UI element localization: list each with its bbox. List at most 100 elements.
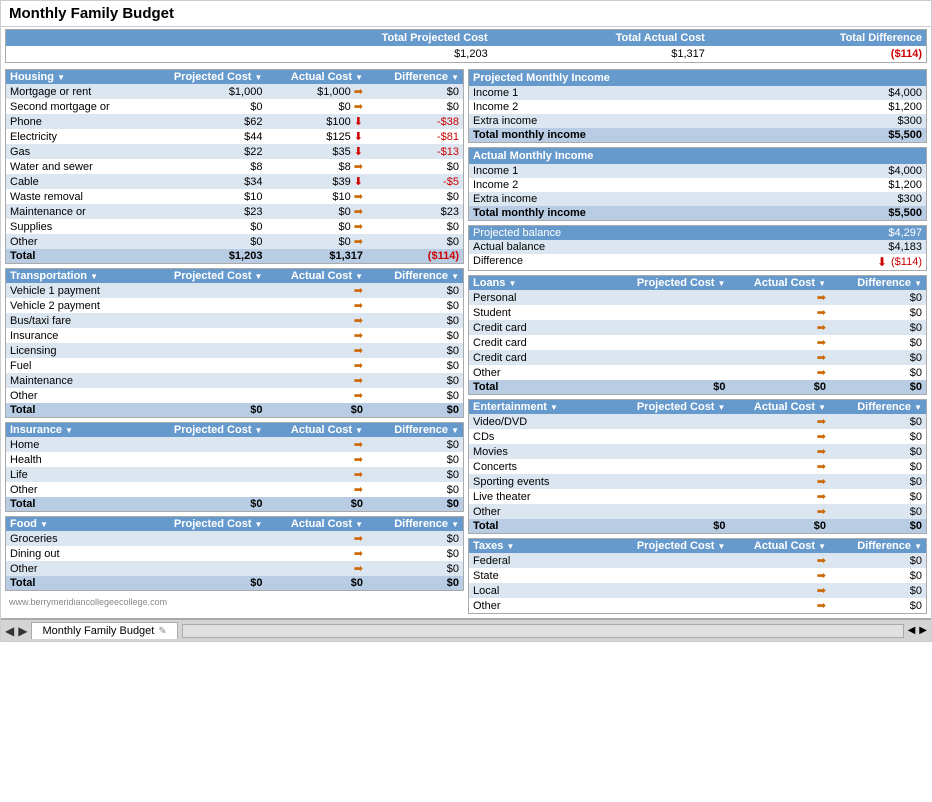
nav-left-icon[interactable]: ◀ <box>5 624 14 638</box>
ins-act-dd[interactable]: ▼ <box>355 426 363 435</box>
food-row-label: Dining out <box>6 546 166 561</box>
trans-act-dd[interactable]: ▼ <box>355 272 363 281</box>
balance-diff-arrow: ⬇ <box>877 255 887 269</box>
row-arrow-icon: ➡ <box>354 285 363 297</box>
trans-row-label: Licensing <box>6 343 166 358</box>
scroll-left-icon[interactable]: ◀ <box>908 625 916 636</box>
trans-row-projected <box>166 358 267 373</box>
ins-diff-dd[interactable]: ▼ <box>451 426 459 435</box>
taxes-section: Taxes ▼ Projected Cost ▼ Actual Cost ▼ <box>468 538 927 614</box>
food-row-diff: $0 <box>367 561 463 576</box>
transportation-row: Maintenance ➡ $0 <box>6 373 463 388</box>
ent-row-projected <box>629 489 730 504</box>
actual-balance-row: Actual balance $4,183 <box>469 240 926 254</box>
housing-row-diff: -$81 <box>367 129 463 144</box>
housing-row-actual: $10 ➡ <box>266 189 367 204</box>
housing-actual-dropdown[interactable]: ▼ <box>355 73 363 82</box>
housing-row-actual: $0 ➡ <box>266 234 367 249</box>
taxes-act-dd[interactable]: ▼ <box>818 542 826 551</box>
insurance-dropdown[interactable]: ▼ <box>65 426 73 435</box>
insurance-header-row: Insurance ▼ Projected Cost ▼ Actual Cost… <box>6 423 463 437</box>
housing-row-actual: $1,000 ➡ <box>266 84 367 99</box>
insurance-total-diff: $0 <box>367 497 463 511</box>
food-total-label: Total <box>6 576 166 590</box>
food-row-diff: $0 <box>367 531 463 546</box>
taxes-dropdown[interactable]: ▼ <box>506 542 514 551</box>
housing-dropdown[interactable]: ▼ <box>57 73 65 82</box>
housing-row: Water and sewer $8 $8 ➡ $0 <box>6 159 463 174</box>
ins-row-actual: ➡ <box>266 482 367 497</box>
entertainment-dropdown[interactable]: ▼ <box>550 403 558 412</box>
transportation-dropdown[interactable]: ▼ <box>90 272 98 281</box>
taxes-header-label: Taxes ▼ <box>469 539 629 553</box>
housing-row: Cable $34 $39 ⬇ -$5 <box>6 174 463 189</box>
scroll-right-icon[interactable]: ▶ <box>919 625 927 636</box>
transportation-row: Other ➡ $0 <box>6 388 463 403</box>
row-arrow-icon: ➡ <box>354 375 363 387</box>
ent-diff-dd[interactable]: ▼ <box>914 403 922 412</box>
loans-row-diff: $0 <box>830 335 926 350</box>
entertainment-row: Sporting events ➡ $0 <box>469 474 926 489</box>
loans-dropdown[interactable]: ▼ <box>508 279 516 288</box>
food-act-dd[interactable]: ▼ <box>355 520 363 529</box>
housing-row-projected: $44 <box>166 129 267 144</box>
entertainment-actual-header: Actual Cost ▼ <box>729 400 830 414</box>
housing-row-actual: $35 ⬇ <box>266 144 367 159</box>
loans-total-actual: $0 <box>729 380 830 394</box>
transportation-total-label: Total <box>6 403 166 417</box>
ent-row-projected <box>629 459 730 474</box>
insurance-row: Other ➡ $0 <box>6 482 463 497</box>
food-row-label: Other <box>6 561 166 576</box>
projected-income-section: Projected Monthly Income Income 1 $4,000… <box>468 69 927 143</box>
food-total-row: Total $0 $0 $0 <box>6 576 463 590</box>
trans-row-diff: $0 <box>367 343 463 358</box>
loans-row: Credit card ➡ $0 <box>469 350 926 365</box>
transportation-projected-header: Projected Cost ▼ <box>166 269 267 283</box>
trans-row-projected <box>166 298 267 313</box>
loans-row-actual: ➡ <box>729 365 830 380</box>
ent-row-label: Concerts <box>469 459 629 474</box>
food-proj-dd[interactable]: ▼ <box>255 520 263 529</box>
row-arrow-icon: ⬇ <box>354 131 363 143</box>
ent-proj-dd[interactable]: ▼ <box>718 403 726 412</box>
food-row: Other ➡ $0 <box>6 561 463 576</box>
housing-row: Mortgage or rent $1,000 $1,000 ➡ $0 <box>6 84 463 99</box>
transportation-total-actual: $0 <box>266 403 367 417</box>
trans-diff-dd[interactable]: ▼ <box>451 272 459 281</box>
transportation-header-row: Transportation ▼ Projected Cost ▼ Actual… <box>6 269 463 283</box>
food-dropdown[interactable]: ▼ <box>40 520 48 529</box>
loans-diff-dd[interactable]: ▼ <box>914 279 922 288</box>
insurance-row: Life ➡ $0 <box>6 467 463 482</box>
transportation-total-row: Total $0 $0 $0 <box>6 403 463 417</box>
housing-row-label: Maintenance or <box>6 204 166 219</box>
proj-income-label: Income 1 <box>473 87 518 99</box>
housing-diff-dropdown[interactable]: ▼ <box>451 73 459 82</box>
row-arrow-icon: ➡ <box>354 533 363 545</box>
ins-row-actual: ➡ <box>266 452 367 467</box>
loans-row-projected <box>629 335 730 350</box>
entertainment-total-projected: $0 <box>629 519 730 533</box>
nav-right-icon[interactable]: ▶ <box>18 624 27 638</box>
summary-top-header: Total Projected Cost Total Actual Cost T… <box>6 30 926 46</box>
horizontal-scrollbar[interactable] <box>182 624 904 638</box>
entertainment-total-actual: $0 <box>729 519 830 533</box>
taxes-diff-dd[interactable]: ▼ <box>914 542 922 551</box>
food-diff-dd[interactable]: ▼ <box>451 520 459 529</box>
taxes-row-diff: $0 <box>830 553 926 568</box>
housing-row-projected: $0 <box>166 219 267 234</box>
housing-row-label: Water and sewer <box>6 159 166 174</box>
loans-act-dd[interactable]: ▼ <box>818 279 826 288</box>
tab-monthly-family-budget[interactable]: Monthly Family Budget ✎ <box>31 622 177 639</box>
ins-proj-dd[interactable]: ▼ <box>255 426 263 435</box>
row-arrow-icon: ⬇ <box>354 116 363 128</box>
loans-projected-header: Projected Cost ▼ <box>629 276 730 290</box>
entertainment-row: Live theater ➡ $0 <box>469 489 926 504</box>
trans-proj-dd[interactable]: ▼ <box>255 272 263 281</box>
housing-row-actual: $0 ➡ <box>266 219 367 234</box>
loans-proj-dd[interactable]: ▼ <box>718 279 726 288</box>
housing-projected-dropdown[interactable]: ▼ <box>255 73 263 82</box>
taxes-proj-dd[interactable]: ▼ <box>718 542 726 551</box>
ent-act-dd[interactable]: ▼ <box>818 403 826 412</box>
trans-row-label: Insurance <box>6 328 166 343</box>
loans-diff-header: Difference ▼ <box>830 276 926 290</box>
